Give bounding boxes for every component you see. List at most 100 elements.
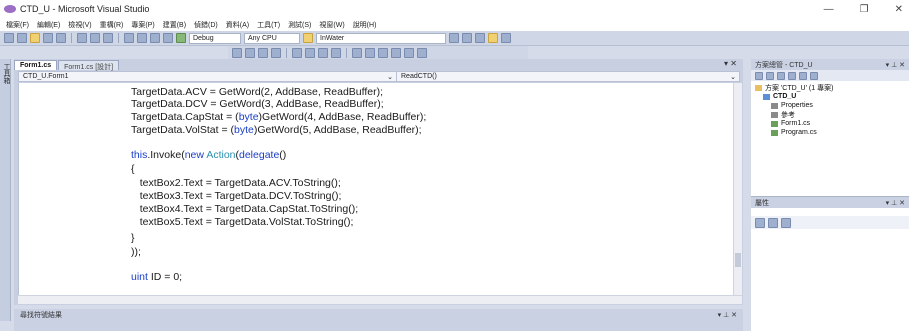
panel-pin-controls[interactable]: ▾ ⊥ ✕	[886, 199, 905, 207]
find-symbol-results-header: 尋找符號結果 ▾ ⊥ ✕	[14, 309, 743, 320]
visual-studio-logo-icon	[4, 5, 16, 13]
uncomment-lines-icon[interactable]	[331, 47, 341, 58]
object-browser-icon[interactable]	[475, 33, 485, 43]
horizontal-scrollbar[interactable]	[18, 295, 742, 304]
tree-item-label: Form1.cs	[781, 120, 811, 127]
word-completion-icon[interactable]	[271, 47, 281, 58]
start-page-icon[interactable]	[501, 33, 511, 43]
menu-data[interactable]: 資料(A)	[226, 20, 249, 30]
parameter-info-icon[interactable]	[245, 47, 255, 58]
visual-studio-window: CTD_U - Microsoft Visual Studio — ❐ ✕ 檔案…	[0, 0, 909, 331]
undo-icon[interactable]	[124, 33, 134, 43]
menu-tools[interactable]: 工具(T)	[257, 20, 280, 30]
code-keyword: this	[131, 149, 148, 161]
navigate-forward-icon[interactable]	[163, 33, 173, 43]
show-all-files-icon[interactable]	[766, 71, 774, 80]
tab-form1-cs[interactable]: Form1.cs	[14, 60, 58, 70]
save-all-icon[interactable]	[56, 33, 66, 43]
clear-bookmarks-icon[interactable]	[417, 47, 427, 58]
copy-icon[interactable]	[90, 33, 100, 43]
paste-icon[interactable]	[103, 33, 113, 43]
quick-info-icon[interactable]	[258, 47, 268, 58]
tree-item-label: 方案 'CTD_U' (1 專案)	[765, 84, 834, 92]
maximize-button[interactable]: ❐	[860, 4, 869, 15]
code-text: textBox5.Text = TargetData.VolStat.ToStr…	[131, 216, 354, 228]
categorized-icon[interactable]	[755, 217, 765, 228]
menu-project[interactable]: 專案(P)	[131, 20, 154, 30]
document-tabs: Form1.cs Form1.cs [設計] ▾ ✕	[14, 59, 743, 71]
code-line: ));	[131, 246, 141, 258]
previous-bookmark-icon[interactable]	[365, 47, 375, 58]
toolbar-separator	[71, 33, 72, 43]
code-text-area[interactable]: TargetData.ACV = GetWord(2, AddBase, Rea…	[18, 83, 742, 295]
code-text: }	[131, 232, 135, 244]
minimize-button[interactable]: —	[824, 4, 834, 15]
close-button[interactable]: ✕	[895, 4, 903, 15]
menu-refactor[interactable]: 重構(R)	[100, 20, 124, 30]
menu-edit[interactable]: 編輯(E)	[37, 20, 60, 30]
save-icon[interactable]	[43, 33, 53, 43]
start-debugging-icon[interactable]	[176, 33, 186, 43]
tree-item[interactable]: 方案 'CTD_U' (1 專案)	[755, 83, 909, 92]
scrollbar-thumb[interactable]	[735, 253, 741, 267]
properties-window-icon[interactable]	[462, 33, 472, 43]
view-class-diagram-icon[interactable]	[810, 71, 818, 80]
menu-help[interactable]: 說明(H)	[353, 20, 377, 30]
find-combo[interactable]: InWater	[316, 32, 446, 44]
code-line: textBox3.Text = TargetData.DCV.ToString(…	[131, 190, 342, 202]
new-project-icon[interactable]	[4, 33, 14, 43]
panel-pin-controls[interactable]: ▾ ⊥ ✕	[718, 311, 737, 319]
redo-icon[interactable]	[137, 33, 147, 43]
code-text: ()	[279, 149, 287, 161]
menu-file[interactable]: 檔案(F)	[6, 20, 29, 30]
comment-lines-icon[interactable]	[318, 47, 328, 58]
text-editor-toolbar	[228, 46, 528, 59]
alphabetical-icon[interactable]	[768, 217, 778, 228]
close-document-button[interactable]: ▾ ✕	[724, 59, 737, 68]
tree-item[interactable]: 參考	[755, 110, 909, 119]
solution-explorer-icon[interactable]	[449, 33, 459, 43]
toolbox-icon[interactable]	[488, 33, 498, 43]
menu-window[interactable]: 視窗(W)	[319, 20, 344, 30]
member-dropdown[interactable]: ReadCTD() ⌄	[397, 73, 739, 81]
chevron-down-icon: ⌄	[387, 73, 393, 81]
next-bookmark-icon[interactable]	[378, 47, 388, 58]
solution-platform-select[interactable]: Any CPU	[244, 32, 300, 44]
code-keyword: new	[184, 149, 204, 161]
cut-icon[interactable]	[77, 33, 87, 43]
menu-test[interactable]: 測試(S)	[288, 20, 311, 30]
view-code-icon[interactable]	[788, 71, 796, 80]
menu-view[interactable]: 檢視(V)	[68, 20, 91, 30]
tab-form1-design[interactable]: Form1.cs [設計]	[58, 60, 120, 71]
property-pages-icon[interactable]	[781, 217, 791, 228]
increase-indent-icon[interactable]	[305, 47, 315, 58]
chevron-down-icon: ⌄	[730, 73, 736, 81]
navigate-backward-icon[interactable]	[150, 33, 160, 43]
tree-item[interactable]: CTD_U	[755, 92, 909, 101]
vertical-scrollbar[interactable]	[733, 83, 742, 295]
toggle-bookmark-icon[interactable]	[352, 47, 362, 58]
tree-item[interactable]: Form1.cs	[755, 119, 909, 128]
class-dropdown[interactable]: CTD_U.Form1 ⌄	[19, 72, 397, 81]
find-in-files-icon[interactable]	[303, 33, 313, 43]
next-bookmark-in-folder-icon[interactable]	[404, 47, 414, 58]
open-file-icon[interactable]	[30, 33, 40, 43]
tree-item-icon	[771, 120, 778, 127]
show-member-list-icon[interactable]	[232, 47, 242, 58]
refresh-icon[interactable]	[777, 71, 785, 80]
add-item-icon[interactable]	[17, 33, 27, 43]
toolbox-tab[interactable]: 工具箱	[0, 59, 11, 321]
decrease-indent-icon[interactable]	[292, 47, 302, 58]
previous-bookmark-in-folder-icon[interactable]	[391, 47, 401, 58]
code-line: }	[131, 232, 135, 244]
menu-build[interactable]: 建置(B)	[163, 20, 186, 30]
solution-configuration-select[interactable]: Debug	[189, 32, 241, 44]
tree-item[interactable]: Properties	[755, 101, 909, 110]
view-designer-icon[interactable]	[799, 71, 807, 80]
code-text: textBox2.Text = TargetData.ACV.ToString(…	[131, 177, 341, 189]
menu-debug[interactable]: 偵錯(D)	[194, 20, 218, 30]
properties-icon[interactable]	[755, 71, 763, 80]
tree-item-label: Program.cs	[781, 129, 817, 136]
tree-item[interactable]: Program.cs	[755, 128, 909, 137]
panel-pin-controls[interactable]: ▾ ⊥ ✕	[886, 61, 905, 69]
